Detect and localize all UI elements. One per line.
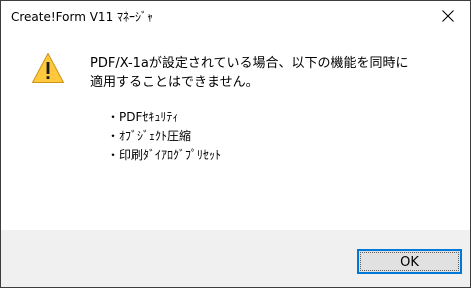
ok-button-label: OK	[400, 255, 419, 270]
message-text: PDF/X-1aが設定されている場合、以下の機能を同時に 適用することはできませ…	[90, 54, 460, 92]
message-line-1: PDF/X-1aが設定されている場合、以下の機能を同時に	[90, 56, 409, 71]
button-bar: OK	[1, 230, 470, 287]
list-item: ・PDFｾｷｭﾘﾃｨ	[107, 110, 179, 124]
feature-list: ・PDFｾｷｭﾘﾃｨ ・ｵﾌﾞｼﾞｪｸﾄ圧縮 ・印刷ﾀﾞｲｱﾛｸﾞﾌﾟﾘｾｯﾄ	[107, 108, 221, 165]
list-item: ・印刷ﾀﾞｲｱﾛｸﾞﾌﾟﾘｾｯﾄ	[107, 148, 222, 162]
warning-icon	[32, 53, 64, 83]
message-line-2: 適用することはできません。	[90, 75, 259, 90]
window-title: Create!Form V11 ﾏﾈｰｼﾞｬ	[11, 10, 154, 24]
title-bar[interactable]: Create!Form V11 ﾏﾈｰｼﾞｬ	[1, 1, 470, 31]
ok-button[interactable]: OK	[357, 249, 462, 274]
close-button[interactable]	[426, 1, 470, 31]
list-item: ・ｵﾌﾞｼﾞｪｸﾄ圧縮	[107, 129, 192, 143]
close-icon	[442, 10, 454, 22]
message-dialog: Create!Form V11 ﾏﾈｰｼﾞｬ PDF/X-1aが設定されている場…	[0, 0, 471, 288]
